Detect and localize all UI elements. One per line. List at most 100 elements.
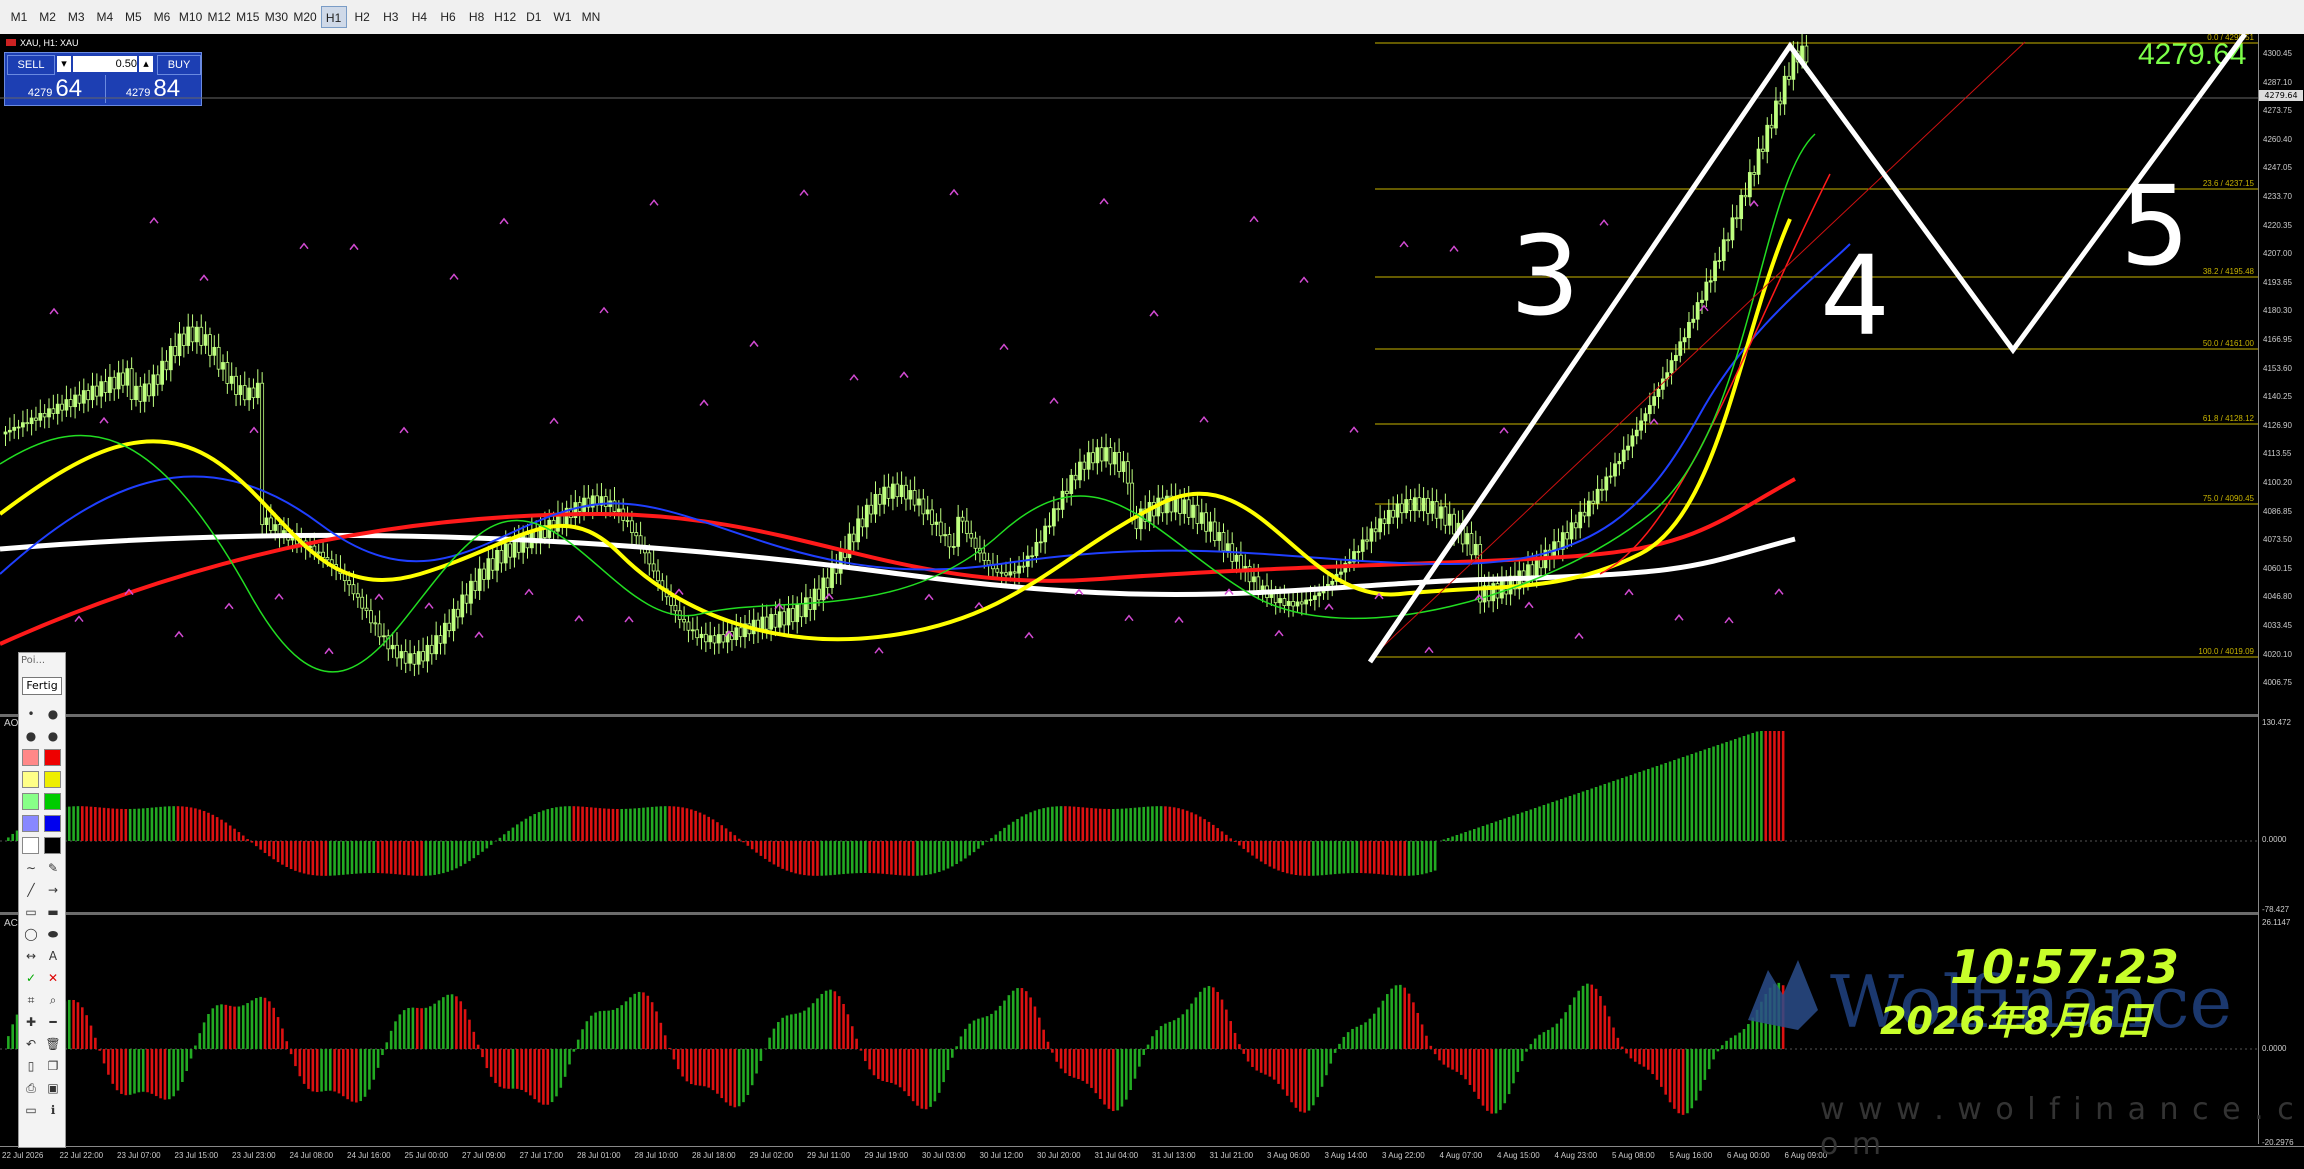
candle-body (325, 557, 330, 561)
color-red-light-icon[interactable] (22, 749, 39, 766)
fractal-marker (1499, 426, 1509, 434)
timeframe-button-w1[interactable]: W1 (549, 6, 575, 28)
timeframe-button-m5[interactable]: M5 (120, 6, 146, 28)
timeframe-button-m6[interactable]: M6 (149, 6, 175, 28)
color-black-icon[interactable] (44, 837, 61, 854)
trash-icon[interactable]: 🗑 (44, 1035, 62, 1053)
candle-body (134, 385, 138, 401)
candle-body (273, 524, 278, 531)
dot-large-icon[interactable]: ● (44, 705, 62, 723)
candle-body (1252, 576, 1256, 583)
timeframe-button-m4[interactable]: M4 (92, 6, 118, 28)
candle-body (656, 570, 660, 582)
dot-small-icon[interactable]: • (22, 705, 40, 723)
time-axis-label: 28 Jul 01:00 (577, 1151, 621, 1160)
candle-body (947, 534, 952, 548)
dot-gray-icon[interactable]: ● (22, 727, 40, 745)
double-arrow-icon[interactable]: ↔ (22, 947, 40, 965)
candle-body (786, 608, 791, 626)
zoom-icon[interactable]: ⌕ (44, 991, 62, 1009)
candle-body (34, 417, 38, 421)
candle-body (1382, 518, 1387, 525)
timeframe-button-h4[interactable]: H4 (406, 6, 432, 28)
fib-level-label: 0.0 / 4299.51 (2207, 34, 2254, 42)
candle-body (1360, 539, 1365, 552)
info-icon[interactable]: ℹ (44, 1101, 62, 1119)
candle-body (408, 653, 412, 664)
text-icon[interactable]: A (44, 947, 62, 965)
timeframe-button-h6[interactable]: H6 (435, 6, 461, 28)
color-white-icon[interactable] (22, 837, 39, 854)
print-icon[interactable]: ⎙ (22, 1079, 40, 1097)
done-button[interactable]: Fertig (22, 677, 62, 695)
rectangle-filled-icon[interactable]: ▬ (44, 903, 62, 921)
color-blue-light-icon[interactable] (22, 815, 39, 832)
wave-label-3: 3 (1510, 212, 1580, 340)
timeframe-button-m1[interactable]: M1 (6, 6, 32, 28)
awesome-oscillator-canvas[interactable] (0, 717, 2258, 912)
ellipse-icon[interactable]: ◯ (22, 925, 40, 943)
fractal-marker (399, 426, 409, 434)
remove-icon[interactable]: ━ (44, 1013, 62, 1031)
candle-body (1613, 463, 1617, 477)
candle-body (1178, 496, 1182, 514)
candle-body (29, 417, 34, 425)
check-icon[interactable]: ✓ (22, 969, 40, 987)
timeframe-button-m30[interactable]: M30 (263, 6, 289, 28)
candle-body (86, 390, 91, 401)
candle-body (1182, 499, 1187, 514)
candle-body (912, 490, 917, 506)
timeframe-button-d1[interactable]: D1 (521, 6, 547, 28)
color-green-light-icon[interactable] (22, 793, 39, 810)
candle-body (125, 368, 130, 386)
timeframe-button-m3[interactable]: M3 (63, 6, 89, 28)
close-icon[interactable]: ✕ (44, 969, 62, 987)
color-green-icon[interactable] (44, 793, 61, 810)
timeframe-button-mn[interactable]: MN (578, 6, 604, 28)
eraser-icon[interactable]: ✎ (44, 859, 62, 877)
candle-body (904, 484, 908, 500)
freehand-icon[interactable]: ∼ (22, 859, 40, 877)
add-icon[interactable]: ✚ (22, 1013, 40, 1031)
undo-icon[interactable]: ↶ (22, 1035, 40, 1053)
timeframe-button-m15[interactable]: M15 (235, 6, 261, 28)
arrow-icon[interactable]: → (44, 881, 62, 899)
candle-body (1117, 451, 1121, 472)
timeframe-button-h1[interactable]: H1 (320, 6, 347, 28)
color-red-icon[interactable] (44, 749, 61, 766)
ellipse-filled-icon[interactable]: ⬬ (44, 925, 62, 943)
timeframe-button-h12[interactable]: H12 (492, 6, 518, 28)
copy-icon[interactable]: ❐ (44, 1057, 62, 1075)
timeframe-button-m10[interactable]: M10 (178, 6, 204, 28)
time-axis-label: 30 Jul 03:00 (922, 1151, 966, 1160)
timeframe-button-h3[interactable]: H3 (378, 6, 404, 28)
candle-body (1069, 474, 1074, 495)
color-yellow-light-icon[interactable] (22, 771, 39, 788)
rectangle-icon[interactable]: ▭ (22, 903, 40, 921)
timeframe-button-m12[interactable]: M12 (206, 6, 232, 28)
screen-icon[interactable]: ▭ (22, 1101, 40, 1119)
timeframe-button-h2[interactable]: H2 (349, 6, 375, 28)
dot-gray-large-icon[interactable]: ● (44, 727, 62, 745)
color-blue-icon[interactable] (44, 815, 61, 832)
price-axis-label: 4113.55 (2263, 449, 2292, 459)
candle-body (1395, 503, 1400, 518)
candle-body (347, 580, 352, 586)
price-chart-canvas[interactable]: 0.0 / 4299.51 23.6 / 4237.15 38.2 / 4195.4… (0, 34, 2258, 714)
candle-body (1465, 533, 1469, 545)
timeframe-button-m2[interactable]: M2 (35, 6, 61, 28)
save-icon[interactable]: ▣ (44, 1079, 62, 1097)
new-file-icon[interactable]: ▯ (22, 1057, 40, 1075)
color-yellow-icon[interactable] (44, 771, 61, 788)
timeframe-button-h8[interactable]: H8 (464, 6, 490, 28)
candle-body (817, 588, 821, 601)
candle-body (495, 549, 499, 571)
crop-icon[interactable]: ⌗ (22, 991, 40, 1009)
candle-body (1730, 217, 1735, 241)
candle-body (199, 326, 204, 346)
candle-body (1595, 488, 1600, 504)
elliott-wave-drawing[interactable] (1367, 34, 2248, 664)
candle-body (190, 326, 195, 343)
line-icon[interactable]: ╱ (22, 881, 40, 899)
timeframe-button-m20[interactable]: M20 (292, 6, 318, 28)
